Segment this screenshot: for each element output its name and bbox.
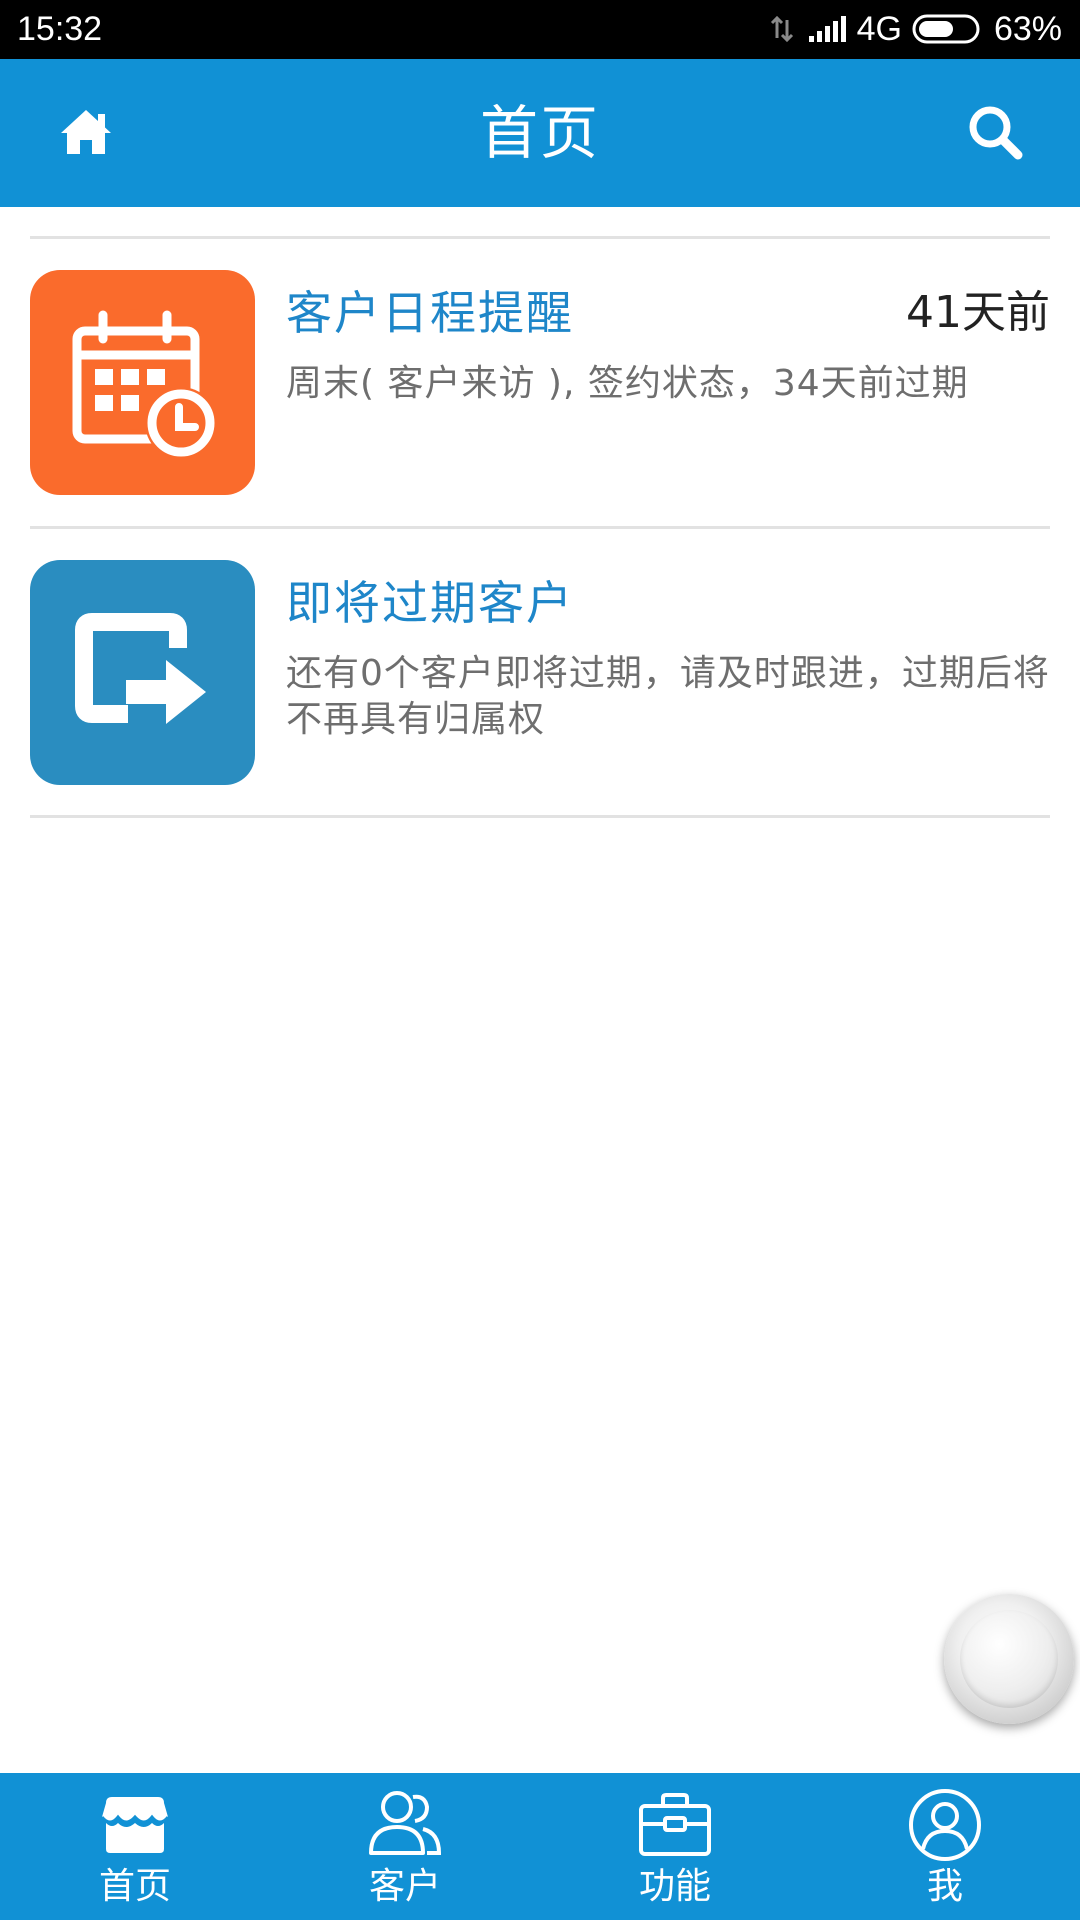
page-title: 首页: [479, 99, 600, 167]
nav-label: 首页: [98, 1866, 171, 1907]
expiring-customers-card[interactable]: 即将过期客户 还有0个客户即将过期，请及时跟进，过期后将不再具有归属权: [0, 529, 1080, 816]
nav-item-home[interactable]: 首页: [0, 1773, 270, 1920]
search-button[interactable]: [964, 103, 1026, 165]
nav-label: 我: [926, 1866, 963, 1907]
nav-item-customers[interactable]: 客户: [270, 1773, 540, 1920]
network-type: 4G: [856, 9, 902, 48]
signal-icon: [807, 14, 847, 44]
nav-label: 功能: [638, 1866, 711, 1907]
schedule-reminder-card[interactable]: 客户日程提醒 41天前 周末( 客户来访 ), 签约状态，34天前过期: [0, 239, 1080, 526]
nav-item-me[interactable]: 我: [810, 1773, 1080, 1920]
card-description: 周末( 客户来访 ), 签约状态，34天前过期: [286, 363, 969, 404]
card-title: 客户日程提醒: [286, 286, 574, 340]
battery-percent: 63%: [993, 9, 1062, 48]
floating-assist-ball[interactable]: [944, 1594, 1074, 1724]
card-description: 还有0个客户即将过期，请及时跟进，过期后将不再具有归属权: [286, 653, 1050, 740]
data-arrows-icon: [767, 14, 797, 44]
app-header: 首页: [0, 59, 1080, 207]
store-icon: [95, 1785, 175, 1865]
briefcase-icon: [635, 1785, 715, 1865]
exit-arrow-icon: [30, 560, 255, 785]
divider: [30, 815, 1050, 818]
search-icon: [966, 103, 1024, 165]
status-bar: 15:32 4G 63%: [0, 0, 1080, 59]
customers-icon: [365, 1785, 445, 1865]
battery-icon: [912, 13, 984, 45]
bottom-nav: 首页 客户 功能 我: [0, 1773, 1080, 1920]
profile-icon: [905, 1785, 985, 1865]
status-time: 15:32: [17, 10, 103, 48]
card-title: 即将过期客户: [286, 576, 574, 630]
card-time: 41天前: [906, 287, 1050, 338]
calendar-clock-icon: [30, 270, 255, 495]
nav-label: 客户: [368, 1866, 441, 1907]
nav-item-functions[interactable]: 功能: [540, 1773, 810, 1920]
status-indicators: 4G 63%: [767, 8, 1062, 50]
